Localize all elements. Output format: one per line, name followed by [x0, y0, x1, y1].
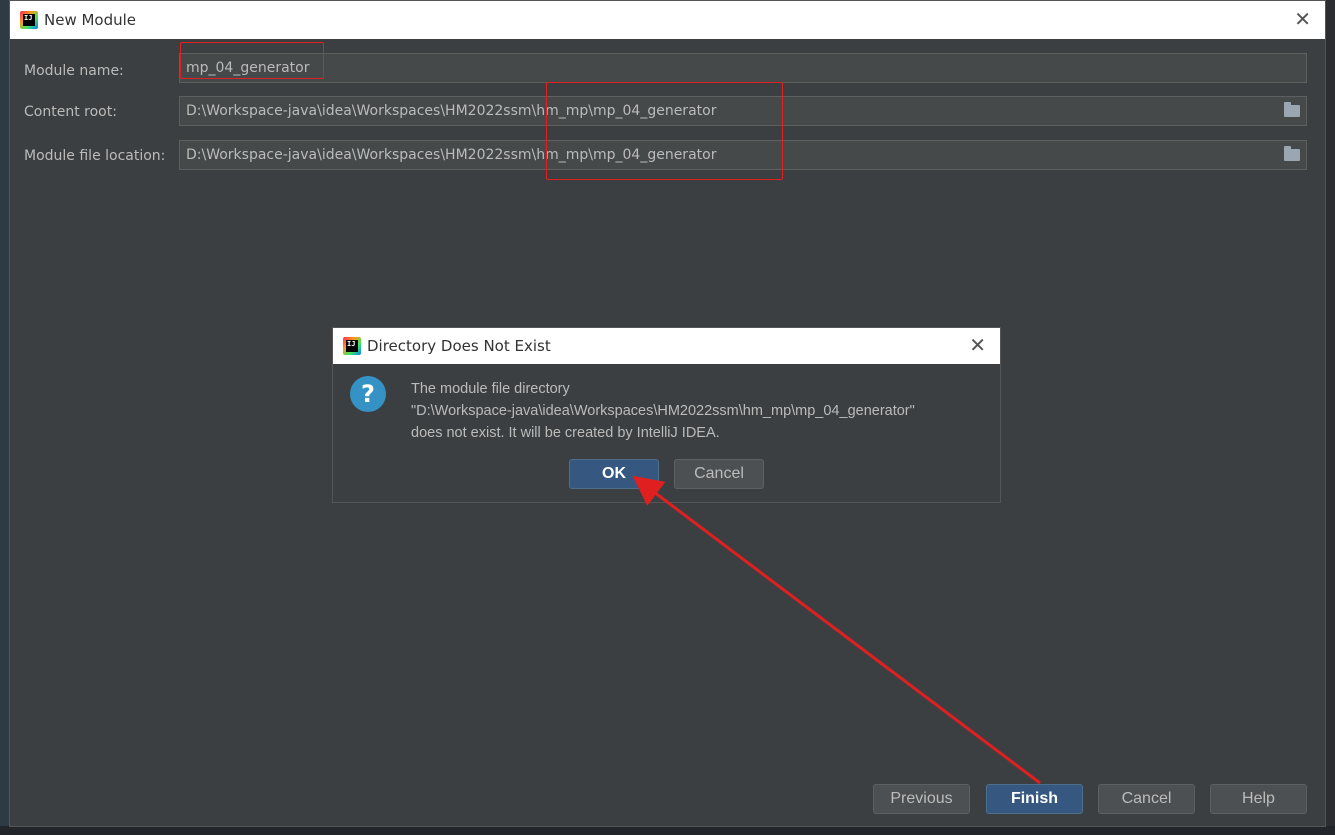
content-root-label: Content root:: [24, 104, 117, 120]
intellij-icon: IJ: [343, 337, 361, 355]
ok-button[interactable]: OK: [569, 459, 659, 489]
folder-icon[interactable]: [1284, 146, 1300, 161]
annotation-box-module-name: [180, 42, 324, 79]
cancel-button[interactable]: Cancel: [1098, 784, 1195, 814]
close-icon[interactable]: ✕: [969, 335, 986, 355]
window-titlebar: IJ New Module ✕: [10, 1, 1325, 39]
dialog-title: Directory Does Not Exist: [367, 337, 551, 355]
annotation-box-paths: [546, 82, 783, 180]
dialog-message-line: "D:\Workspace-java\idea\Workspaces\HM202…: [411, 403, 915, 419]
dialog-message-line: The module file directory: [411, 381, 570, 397]
dialog-message-line: does not exist. It will be created by In…: [411, 425, 720, 441]
intellij-icon: IJ: [20, 11, 38, 29]
module-name-label: Module name:: [24, 63, 124, 79]
module-name-input[interactable]: mp_04_generator: [179, 53, 1307, 83]
finish-button[interactable]: Finish: [986, 784, 1083, 814]
dialog-cancel-button[interactable]: Cancel: [674, 459, 764, 489]
module-file-location-label: Module file location:: [24, 148, 166, 164]
window-title: New Module: [44, 11, 137, 29]
directory-not-exist-dialog: IJ Directory Does Not Exist ✕ ? The modu…: [332, 327, 1001, 503]
question-icon: ?: [350, 376, 386, 412]
folder-icon[interactable]: [1284, 102, 1300, 117]
help-button[interactable]: Help: [1210, 784, 1307, 814]
dialog-titlebar: IJ Directory Does Not Exist ✕: [333, 328, 1000, 364]
dialog-message: The module file directory "D:\Workspace-…: [411, 378, 915, 444]
previous-button[interactable]: Previous: [873, 784, 970, 814]
background-taskbar-edge: [0, 826, 1335, 835]
close-icon[interactable]: ✕: [1294, 9, 1311, 29]
